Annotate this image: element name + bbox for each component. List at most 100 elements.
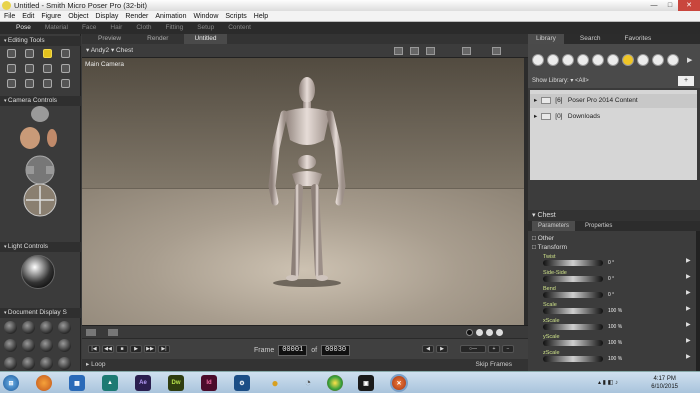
- go-to-start-icon[interactable]: |◀: [88, 345, 100, 353]
- menu-file[interactable]: File: [4, 11, 15, 21]
- tab-setup[interactable]: Setup: [197, 22, 214, 34]
- menu-object[interactable]: Object: [68, 11, 88, 21]
- poser-taskbar-icon[interactable]: ✕: [390, 374, 408, 392]
- camera-icon[interactable]: [410, 47, 419, 55]
- parameter-value[interactable]: 0 °: [608, 292, 614, 298]
- menu-render[interactable]: Render: [125, 11, 148, 21]
- screen-recorder-icon[interactable]: ▣: [358, 375, 374, 391]
- close-button[interactable]: ✕: [678, 0, 700, 11]
- parameter-dial[interactable]: [543, 340, 603, 346]
- current-frame-field[interactable]: 00001: [278, 345, 308, 356]
- tab-search[interactable]: Search: [572, 34, 609, 44]
- tab-face[interactable]: Face: [82, 22, 96, 34]
- add-to-library-icon[interactable]: +: [678, 76, 694, 86]
- parameter-menu-arrow-icon[interactable]: ▶: [686, 289, 691, 296]
- tab-hair[interactable]: Hair: [110, 22, 122, 34]
- menu-figure[interactable]: Figure: [41, 11, 61, 21]
- foreground-color-swatch[interactable]: [466, 329, 473, 336]
- document-display-header[interactable]: Document Display S: [0, 308, 81, 318]
- viewport-layout-icon[interactable]: [394, 47, 403, 55]
- display-style-swatch[interactable]: [4, 339, 17, 352]
- display-style-swatch[interactable]: [22, 321, 35, 334]
- indesign-icon[interactable]: Id: [201, 375, 217, 391]
- parameter-dial[interactable]: [543, 260, 603, 266]
- display-style-swatch[interactable]: [40, 321, 53, 334]
- next-frame-icon[interactable]: ▶▶: [144, 345, 156, 353]
- display-style-swatch[interactable]: [40, 357, 53, 370]
- parameter-menu-arrow-icon[interactable]: ▶: [686, 321, 691, 328]
- parameter-value[interactable]: 100 %: [608, 308, 622, 314]
- tab-render[interactable]: Render: [137, 34, 178, 44]
- chrome-icon[interactable]: [327, 375, 343, 391]
- cameras-category-icon[interactable]: [637, 54, 649, 66]
- parameter-value[interactable]: 100 %: [608, 324, 622, 330]
- parameter-value[interactable]: 100 %: [608, 356, 622, 362]
- settings-gear-icon[interactable]: ⚙: [234, 375, 250, 391]
- tab-content[interactable]: Content: [228, 22, 251, 34]
- color-tool-icon[interactable]: [61, 64, 70, 73]
- menu-display[interactable]: Display: [95, 11, 118, 21]
- library-item[interactable]: ▸ [0] Downloads: [530, 110, 697, 124]
- go-to-end-icon[interactable]: ▶|: [158, 345, 170, 353]
- background-color-icon[interactable]: [108, 329, 118, 336]
- translate-tool-icon[interactable]: [43, 49, 52, 58]
- light-sphere[interactable]: [21, 255, 55, 289]
- menu-scripts[interactable]: Scripts: [225, 11, 246, 21]
- camera-control-widget[interactable]: [6, 100, 74, 225]
- rotate-tool-icon[interactable]: [7, 49, 16, 58]
- parameter-menu-arrow-icon[interactable]: ▶: [686, 353, 691, 360]
- display-style-swatch[interactable]: [22, 357, 35, 370]
- previous-frame-icon[interactable]: ◀◀: [102, 345, 114, 353]
- skip-frames-label[interactable]: Skip Frames: [476, 359, 512, 371]
- hands-category-icon[interactable]: [592, 54, 604, 66]
- parameter-menu-arrow-icon[interactable]: ▶: [686, 273, 691, 280]
- stopwatch-icon[interactable]: ◔: [300, 375, 316, 391]
- figures-category-icon[interactable]: [532, 54, 544, 66]
- loop-toggle-icon[interactable]: ▸: [82, 361, 91, 368]
- menu-window[interactable]: Window: [193, 11, 218, 21]
- tab-fitting[interactable]: Fitting: [166, 22, 184, 34]
- menu-animation[interactable]: Animation: [155, 11, 186, 21]
- loop-label[interactable]: Loop: [91, 361, 105, 368]
- firefox-icon[interactable]: [36, 375, 52, 391]
- after-effects-icon[interactable]: Ae: [135, 375, 151, 391]
- key-slider-icon[interactable]: ○—: [460, 345, 486, 353]
- tab-untitled[interactable]: Untitled: [184, 34, 227, 44]
- shadow-color-swatch[interactable]: [486, 329, 493, 336]
- light-controls-header[interactable]: Light Controls: [0, 242, 81, 252]
- render-icon[interactable]: [462, 47, 471, 55]
- next-key-icon[interactable]: ▶: [436, 345, 448, 353]
- maximize-button[interactable]: □: [662, 0, 678, 11]
- parameter-dial[interactable]: [543, 292, 603, 298]
- add-keyframe-icon[interactable]: +: [488, 345, 500, 353]
- stop-icon[interactable]: ■: [116, 345, 128, 353]
- poses-category-icon[interactable]: [547, 54, 559, 66]
- scenes-category-icon[interactable]: [667, 54, 679, 66]
- parameter-menu-arrow-icon[interactable]: ▶: [686, 337, 691, 344]
- display-style-swatch[interactable]: [4, 357, 17, 370]
- lights-category-icon[interactable]: [622, 54, 634, 66]
- group-transform[interactable]: □ Transform: [532, 244, 567, 251]
- grouping-tool-icon[interactable]: [7, 79, 16, 88]
- lightbulb-icon[interactable]: ●: [267, 375, 283, 391]
- preview-settings-icon[interactable]: [492, 47, 501, 55]
- remove-keyframe-icon[interactable]: −: [502, 345, 514, 353]
- parameters-scrollbar[interactable]: [696, 231, 700, 371]
- play-icon[interactable]: ▶: [130, 345, 142, 353]
- expressions-category-icon[interactable]: [562, 54, 574, 66]
- parameter-value[interactable]: 0 °: [608, 260, 614, 266]
- system-clock[interactable]: 4:17 PM 6/10/2015: [651, 375, 678, 391]
- direct-manipulation-icon[interactable]: [61, 79, 70, 88]
- group-other[interactable]: □ Other: [532, 235, 554, 242]
- twist-tool-icon[interactable]: [25, 49, 34, 58]
- props-category-icon[interactable]: [607, 54, 619, 66]
- total-frames-field[interactable]: 00030: [321, 345, 351, 356]
- parameter-menu-arrow-icon[interactable]: ▶: [686, 257, 691, 264]
- editing-tools-header[interactable]: Editing Tools: [0, 36, 81, 46]
- figure-select[interactable]: Andy2: [91, 47, 109, 54]
- 3d-viewport[interactable]: Main Camera: [82, 58, 524, 325]
- viewport-size-icon[interactable]: [86, 329, 96, 336]
- tab-library[interactable]: Library: [528, 34, 564, 44]
- display-style-swatch[interactable]: [58, 321, 71, 334]
- body-part-select[interactable]: Chest: [116, 47, 133, 54]
